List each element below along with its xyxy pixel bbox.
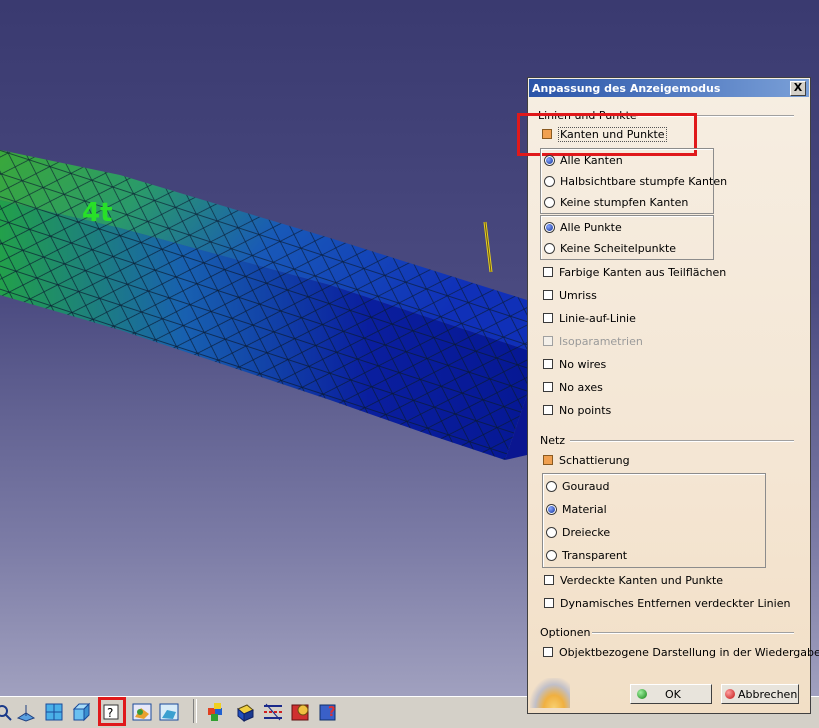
shading-triangles[interactable]: Dreiecke — [546, 524, 610, 540]
compass-label: 4t — [82, 198, 113, 228]
check-no-wires[interactable]: No wires — [543, 356, 606, 372]
zoom-icon[interactable] — [0, 701, 14, 723]
shading-mode-label: Transparent — [562, 548, 628, 562]
radio-triangles[interactable] — [546, 526, 557, 538]
dialog-titlebar[interactable]: Anpassung des Anzeigemodus X — [529, 79, 809, 97]
check-isoparametrics: Isoparametrien — [543, 333, 643, 349]
check-line-on-line[interactable]: Linie-auf-Linie — [543, 310, 636, 326]
edge-mode-all[interactable]: Alle Kanten — [544, 152, 623, 168]
checkbox[interactable] — [544, 575, 554, 585]
check-no-points[interactable]: No points — [543, 402, 611, 418]
checkbox[interactable] — [543, 313, 553, 323]
radio-transparent[interactable] — [546, 549, 557, 561]
check-no-axes[interactable]: No axes — [543, 379, 603, 395]
ok-label: OK — [665, 687, 681, 701]
check-label: No points — [559, 403, 612, 417]
cancel-label: Abbrechen — [738, 687, 798, 701]
check-label: Umriss — [559, 288, 597, 302]
checkbox[interactable] — [543, 382, 553, 392]
shading-toggle[interactable]: Schattierung — [543, 452, 630, 468]
radio-no-smooth-edges[interactable] — [544, 196, 555, 208]
shading-material[interactable]: Material — [546, 501, 607, 517]
apply-material-icon[interactable] — [290, 701, 312, 723]
plane-icon[interactable] — [15, 701, 37, 723]
check-label: No axes — [559, 380, 603, 394]
radio-half-visible-edges[interactable] — [544, 175, 555, 187]
shading-mode-label: Dreiecke — [562, 525, 611, 539]
checkbox[interactable] — [543, 290, 553, 300]
checkbox[interactable] — [544, 598, 554, 608]
radio-material[interactable] — [546, 503, 557, 515]
section-title-options: Optionen — [540, 626, 591, 639]
ok-button[interactable]: OK — [630, 684, 712, 704]
edge-mode-half[interactable]: Halbsichtbare stumpfe Kanten — [544, 173, 727, 189]
check-label: Dynamisches Entfernen verdeckter Linien — [560, 596, 791, 610]
radio-all-points[interactable] — [544, 221, 555, 233]
edge-mode-label: Halbsichtbare stumpfe Kanten — [560, 174, 728, 188]
check-dynamic-hidden-removal[interactable]: Dynamisches Entfernen verdeckter Linien — [544, 595, 790, 611]
question-icon[interactable]: ? — [318, 701, 340, 723]
cancel-button[interactable]: Abbrechen — [721, 684, 799, 704]
radio-gouraud[interactable] — [546, 480, 557, 492]
checkbox[interactable] — [543, 647, 553, 657]
section-title-mesh: Netz — [540, 434, 566, 447]
shading-checkbox[interactable] — [543, 455, 553, 465]
checkbox[interactable] — [543, 267, 553, 277]
checkbox[interactable] — [543, 405, 553, 415]
close-button[interactable]: X — [790, 81, 806, 96]
sun-logo-icon — [530, 678, 570, 708]
shading-mode-label: Gouraud — [562, 479, 610, 493]
check-label: No wires — [559, 357, 607, 371]
display-mode-dialog: Anpassung des Anzeigemodus X Linien und … — [517, 77, 819, 714]
point-mode-all[interactable]: Alle Punkte — [544, 219, 622, 235]
checkbox — [543, 336, 553, 346]
radio-all-edges[interactable] — [544, 154, 555, 166]
shading-mode-label: Material — [562, 502, 607, 516]
check-colored-edges[interactable]: Farbige Kanten aus Teilflächen — [543, 264, 726, 280]
point-mode-label: Keine Scheitelpunkte — [560, 241, 677, 255]
ok-icon — [637, 689, 647, 699]
edge-mode-none[interactable]: Keine stumpfen Kanten — [544, 194, 688, 210]
render-style-icon[interactable] — [131, 701, 153, 723]
cancel-icon — [725, 689, 735, 699]
edges-icon[interactable] — [262, 701, 284, 723]
edge-mode-label: Alle Kanten — [560, 153, 623, 167]
check-object-display[interactable]: Objektbezogene Darstellung in der Wieder… — [543, 644, 819, 660]
check-label: Linie-auf-Linie — [559, 311, 636, 325]
svg-text:?: ? — [328, 705, 336, 720]
shading-gouraud[interactable]: Gouraud — [546, 478, 609, 494]
checkbox[interactable] — [543, 359, 553, 369]
cube-view-icon[interactable] — [70, 701, 92, 723]
shading-icon[interactable] — [158, 701, 180, 723]
check-label: Verdeckte Kanten und Punkte — [560, 573, 724, 587]
edge-mode-label: Keine stumpfen Kanten — [560, 195, 689, 209]
check-outline[interactable]: Umriss — [543, 287, 597, 303]
highlight-toolbar-button — [98, 697, 126, 726]
check-hidden-edges[interactable]: Verdeckte Kanten und Punkte — [544, 572, 723, 588]
point-mode-no-vertices[interactable]: Keine Scheitelpunkte — [544, 240, 676, 256]
shading-label: Schattierung — [559, 453, 630, 467]
point-mode-label: Alle Punkte — [560, 220, 622, 234]
color-cube-icon[interactable] — [205, 701, 227, 723]
radio-no-vertices[interactable] — [544, 242, 555, 254]
check-label: Farbige Kanten aus Teilflächen — [559, 265, 727, 279]
check-label: Objektbezogene Darstellung in der Wieder… — [559, 645, 819, 659]
material-icon[interactable] — [234, 701, 256, 723]
grid-view-icon[interactable] — [43, 701, 65, 723]
dialog-title: Anpassung des Anzeigemodus — [532, 81, 721, 95]
shading-transparent[interactable]: Transparent — [546, 547, 627, 563]
check-label: Isoparametrien — [559, 334, 643, 348]
